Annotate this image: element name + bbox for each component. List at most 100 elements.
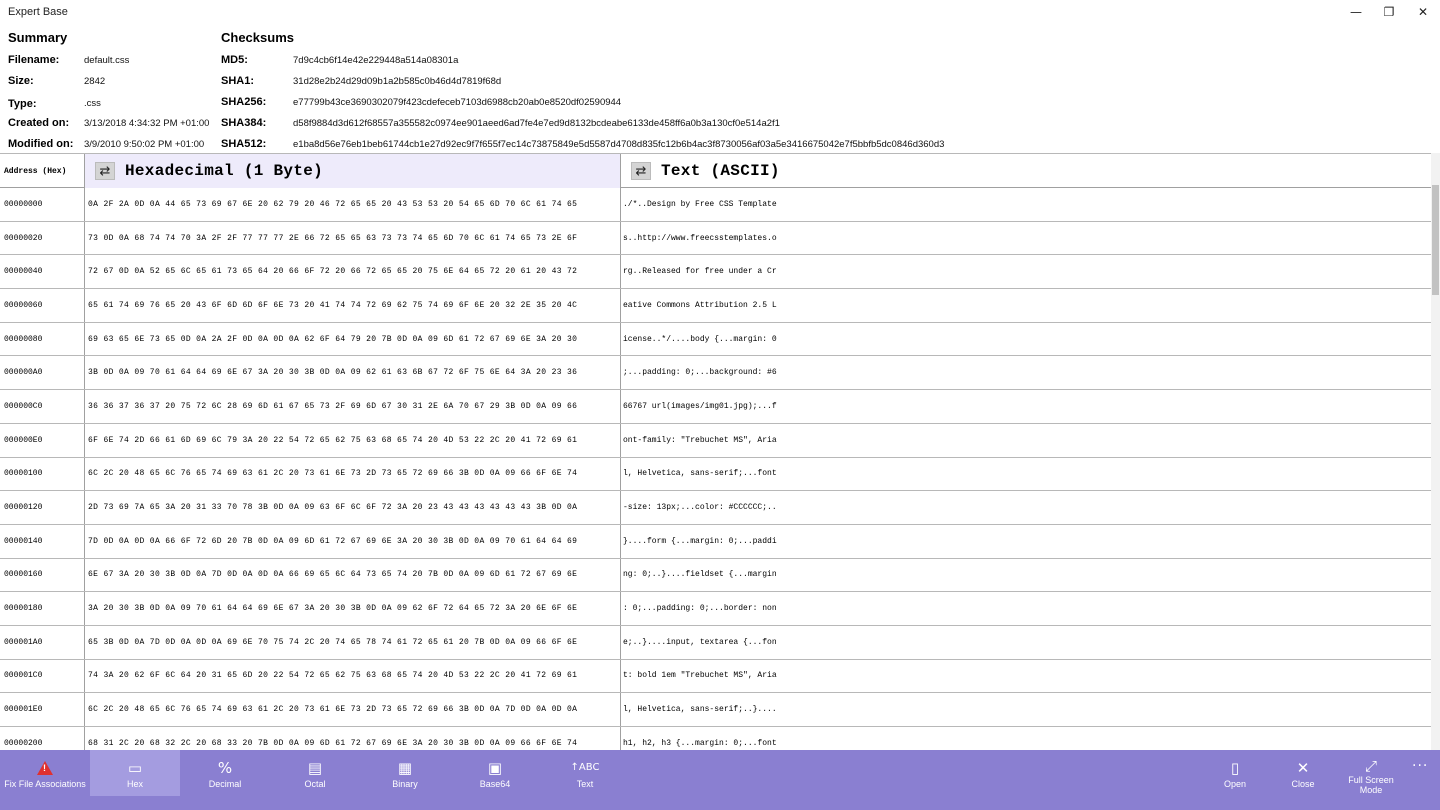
address-cell[interactable]: 00000100 <box>0 457 85 491</box>
address-cell[interactable]: 00000180 <box>0 592 85 625</box>
address-cell[interactable]: 00000160 <box>0 558 85 592</box>
text-label: Text <box>576 779 594 789</box>
address-column-header: Address (Hex) <box>0 154 85 188</box>
table-row[interactable]: 00000200 68 31 2C 20 68 32 2C 20 68 33 20… <box>0 727 1431 750</box>
hex-bytes-cell[interactable]: 65 61 74 69 76 65 20 43 6F 6D 6D 6F 6E 7… <box>85 289 621 322</box>
ascii-text-cell[interactable]: s..http://www.freecsstemplates.o <box>621 222 1431 255</box>
ascii-text-cell[interactable]: ont-family: "Trebuchet MS", Aria <box>621 424 1431 457</box>
ascii-text-cell[interactable]: ./*..Design by Free CSS Template <box>621 188 1431 221</box>
grid-rows: 00000000 0A 2F 2A 0D 0A 44 65 73 69 67 6E… <box>0 188 1431 750</box>
ascii-text-cell[interactable]: e;..}....input, textarea {...fon <box>621 626 1431 659</box>
table-row[interactable]: 00000040 72 67 0D 0A 52 65 6C 65 61 73 65… <box>0 255 1431 290</box>
hex-bytes-cell[interactable]: 68 31 2C 20 68 32 2C 20 68 33 20 7B 0D 0… <box>85 727 621 750</box>
hex-icon: ▭ <box>127 758 143 777</box>
table-row[interactable]: 000001E0 6C 2C 20 48 65 6C 76 65 74 69 63… <box>0 693 1431 727</box>
vertical-scrollbar[interactable] <box>1431 153 1440 750</box>
table-row[interactable]: 00000080 69 63 65 6E 73 65 0D 0A 2A 2F 0D… <box>0 322 1431 357</box>
hex-bytes-cell[interactable]: 73 0D 0A 68 74 74 70 3A 2F 2F 77 77 77 2… <box>85 221 621 255</box>
hex-bytes-cell[interactable]: 72 67 0D 0A 52 65 6C 65 61 73 65 64 20 6… <box>85 255 621 289</box>
hex-bytes-cell[interactable]: 65 3B 0D 0A 7D 0D 0A 0D 0A 69 6E 70 75 7… <box>85 625 621 659</box>
ascii-text-cell[interactable]: }....form {...margin: 0;...paddi <box>621 525 1431 558</box>
address-cell[interactable]: 000001C0 <box>0 659 85 693</box>
address-cell[interactable]: 00000080 <box>0 322 85 356</box>
address-cell[interactable]: 00000040 <box>0 255 85 289</box>
table-row[interactable]: 00000140 7D 0D 0A 0D 0A 66 6F 72 6D 20 7B… <box>0 524 1431 559</box>
close-label: Close <box>1291 779 1315 789</box>
ascii-text-cell[interactable]: h1, h2, h3 {...margin: 0;...font <box>621 727 1431 750</box>
hex-bytes-cell[interactable]: 74 3A 20 62 6F 6C 64 20 31 65 6D 20 22 5… <box>85 659 621 693</box>
hex-bytes-cell[interactable]: 0A 2F 2A 0D 0A 44 65 73 69 67 6E 20 62 7… <box>85 188 621 221</box>
ascii-text-cell[interactable]: t: bold 1em "Trebuchet MS", Aria <box>621 660 1431 693</box>
close-icon: ✕ <box>1296 758 1310 777</box>
hex-bytes-cell[interactable]: 7D 0D 0A 0D 0A 66 6F 72 6D 20 7B 0D 0A 0… <box>85 524 621 558</box>
address-cell[interactable]: 00000140 <box>0 524 85 558</box>
ascii-text-cell[interactable]: l, Helvetica, sans-serif;..}.... <box>621 693 1431 726</box>
open-label: Open <box>1223 779 1247 789</box>
address-cell[interactable]: 000000A0 <box>0 356 85 390</box>
hex-bytes-cell[interactable]: 6C 2C 20 48 65 6C 76 65 74 69 63 61 2C 2… <box>85 457 621 491</box>
address-cell[interactable]: 000000C0 <box>0 390 85 423</box>
address-cell[interactable]: 000001A0 <box>0 625 85 659</box>
table-row[interactable]: 000000A0 3B 0D 0A 09 70 61 64 64 69 6E 67… <box>0 356 1431 391</box>
ascii-text-cell[interactable]: eative Commons Attribution 2.5 L <box>621 289 1431 322</box>
hex-bytes-cell[interactable]: 6F 6E 74 2D 66 61 6D 69 6C 79 3A 20 22 5… <box>85 423 621 457</box>
sha512-label: SHA512: <box>221 138 267 150</box>
hex-bytes-cell[interactable]: 69 63 65 6E 73 65 0D 0A 2A 2F 0D 0A 0D 0… <box>85 322 621 356</box>
text-button[interactable]: ↑ABC Text <box>540 750 630 796</box>
command-bar: Fix File Associations ▭ Hex % Decimal ▤ … <box>0 750 1440 810</box>
address-cell[interactable]: 00000020 <box>0 221 85 255</box>
hex-bytes-cell[interactable]: 2D 73 69 7A 65 3A 20 31 33 70 78 3B 0D 0… <box>85 491 621 524</box>
summary-heading: Summary <box>8 30 68 45</box>
table-row[interactable]: 000001A0 65 3B 0D 0A 7D 0D 0A 0D 0A 69 6E… <box>0 625 1431 660</box>
address-cell[interactable]: 000001E0 <box>0 693 85 726</box>
full-screen-icon: ⤢ <box>1364 756 1377 775</box>
table-row[interactable]: 00000100 6C 2C 20 48 65 6C 76 65 74 69 63… <box>0 457 1431 492</box>
base64-button[interactable]: ▣ Base64 <box>450 750 540 796</box>
decimal-button[interactable]: % Decimal <box>180 750 270 796</box>
fix-file-associations-button[interactable]: Fix File Associations <box>0 750 90 796</box>
address-cell[interactable]: 00000060 <box>0 289 85 322</box>
hex-bytes-cell[interactable]: 6C 2C 20 48 65 6C 76 65 74 69 63 61 2C 2… <box>85 693 621 726</box>
ascii-text-cell[interactable]: ;...padding: 0;...background: #6 <box>621 356 1431 389</box>
full-screen-mode-button[interactable]: ⤢ Full Screen Mode <box>1328 750 1414 796</box>
binary-button[interactable]: ▦ Binary <box>360 750 450 796</box>
ascii-text-cell[interactable]: 66767 url(images/img01.jpg);...f <box>621 390 1431 423</box>
ascii-text-cell[interactable]: icense..*/....body {...margin: 0 <box>621 323 1431 356</box>
table-row[interactable]: 00000160 6E 67 3A 20 30 3B 0D 0A 7D 0D 0A… <box>0 558 1431 593</box>
hex-bytes-cell[interactable]: 3B 0D 0A 09 70 61 64 64 69 6E 67 3A 20 3… <box>85 356 621 390</box>
checksums-heading: Checksums <box>221 30 294 45</box>
ascii-text-cell[interactable]: : 0;...padding: 0;...border: non <box>621 592 1431 625</box>
percent-icon: % <box>217 758 233 777</box>
table-row[interactable]: 00000060 65 61 74 69 76 65 20 43 6F 6D 6D… <box>0 289 1431 323</box>
table-row[interactable]: 000000E0 6F 6E 74 2D 66 61 6D 69 6C 79 3A… <box>0 423 1431 458</box>
address-cell[interactable]: 000000E0 <box>0 423 85 457</box>
hex-bytes-cell[interactable]: 3A 20 30 3B 0D 0A 09 70 61 64 64 69 6E 6… <box>85 592 621 625</box>
hex-bytes-cell[interactable]: 6E 67 3A 20 30 3B 0D 0A 7D 0D 0A 0D 0A 6… <box>85 558 621 592</box>
scrollbar-thumb[interactable] <box>1432 185 1439 295</box>
table-row[interactable]: 000001C0 74 3A 20 62 6F 6C 64 20 31 65 6D… <box>0 659 1431 694</box>
more-options-icon[interactable]: ··· <box>1412 758 1428 774</box>
table-row[interactable]: 00000020 73 0D 0A 68 74 74 70 3A 2F 2F 77… <box>0 221 1431 256</box>
md5-label: MD5: <box>221 54 248 66</box>
hex-button[interactable]: ▭ Hex <box>90 750 180 796</box>
close-window-button[interactable]: ✕ <box>1400 0 1440 24</box>
table-row[interactable]: 00000000 0A 2F 2A 0D 0A 44 65 73 69 67 6E… <box>0 188 1431 222</box>
address-cell[interactable]: 00000200 <box>0 727 85 750</box>
ascii-text-cell[interactable]: -size: 13px;...color: #CCCCCC;.. <box>621 491 1431 524</box>
ascii-text-cell[interactable]: l, Helvetica, sans-serif;...font <box>621 458 1431 491</box>
ascii-text-cell[interactable]: rg..Released for free under a Cr <box>621 255 1431 288</box>
table-row[interactable]: 000000C0 36 36 37 36 37 20 75 72 6C 28 69… <box>0 390 1431 424</box>
swap-icon[interactable]: ⇄ <box>631 162 651 180</box>
title-bar: Expert Base — ❐ ✕ <box>0 0 1440 24</box>
swap-icon[interactable]: ⇄ <box>95 162 115 180</box>
address-cell[interactable]: 00000120 <box>0 491 85 524</box>
octal-button[interactable]: ▤ Octal <box>270 750 360 796</box>
hex-grid[interactable]: Address (Hex) ⇄ Hexadecimal (1 Byte) ⇄ T… <box>0 153 1431 750</box>
table-row[interactable]: 00000180 3A 20 30 3B 0D 0A 09 70 61 64 64… <box>0 592 1431 626</box>
decimal-label: Decimal <box>208 779 242 789</box>
created-label: Created on: <box>8 117 70 129</box>
hex-bytes-cell[interactable]: 36 36 37 36 37 20 75 72 6C 28 69 6D 61 6… <box>85 390 621 423</box>
table-row[interactable]: 00000120 2D 73 69 7A 65 3A 20 31 33 70 78… <box>0 491 1431 525</box>
ascii-text-cell[interactable]: ng: 0;..}....fieldset {...margin <box>621 559 1431 592</box>
address-cell[interactable]: 00000000 <box>0 188 85 221</box>
